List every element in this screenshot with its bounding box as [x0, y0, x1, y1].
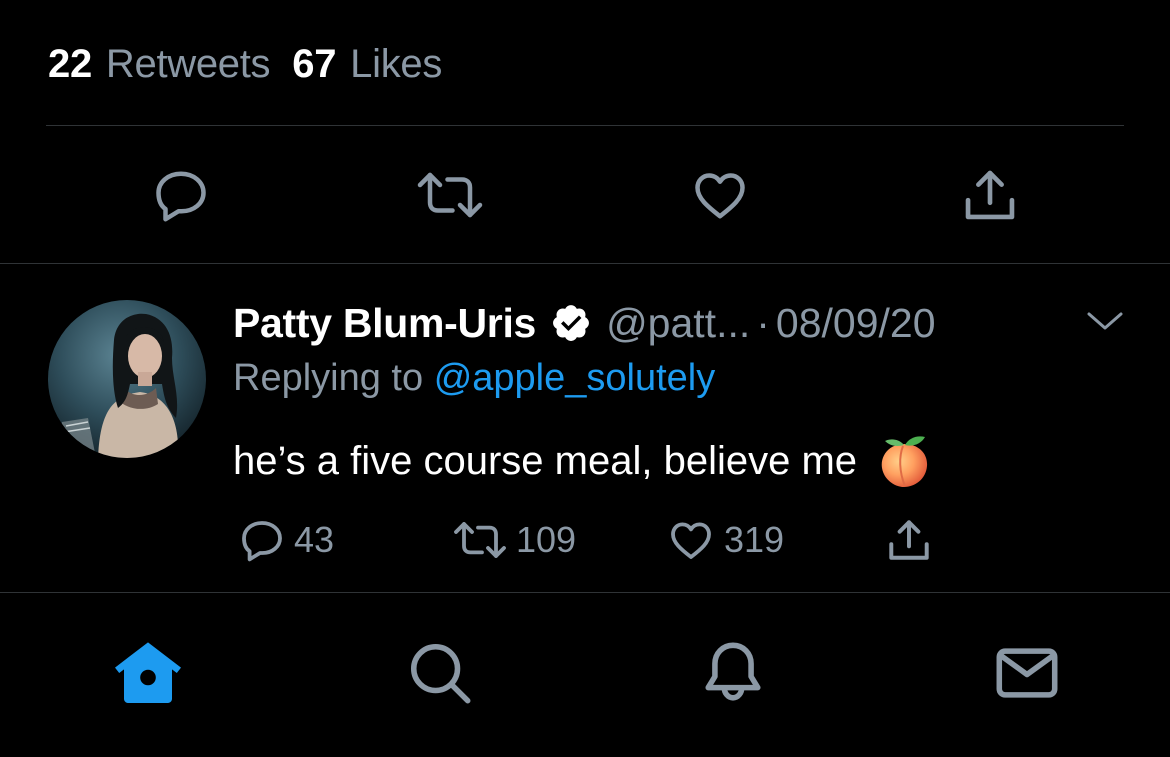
like-button[interactable]: 319 [666, 510, 784, 570]
tab-bar-divider [0, 592, 1170, 593]
chevron-down-icon [1087, 312, 1123, 330]
like-icon [671, 522, 711, 559]
reply-tweet-actions: 43 109 319 [0, 510, 1170, 570]
retweet-icon [454, 522, 506, 558]
share-icon [889, 520, 929, 560]
peach-icon [881, 436, 928, 487]
retweets-label[interactable]: Retweets [106, 42, 271, 87]
tab-messages[interactable] [982, 628, 1072, 718]
tweet-divider [0, 263, 1170, 264]
tab-home[interactable] [103, 628, 193, 718]
likes-count[interactable]: 67 [292, 42, 336, 87]
replying-to-label: Replying to [233, 357, 424, 399]
notifications-icon [705, 642, 761, 701]
tab-bar [0, 600, 1170, 750]
verified-icon [553, 305, 589, 341]
retweet-button[interactable]: 109 [452, 510, 576, 570]
tweet-header: Patty Blum-Uris @patt... · 08/09/20 [233, 296, 936, 350]
avatar[interactable] [48, 300, 206, 458]
reply-count: 43 [294, 519, 335, 560]
author-handle[interactable]: @patt... [606, 300, 750, 347]
retweets-count[interactable]: 22 [48, 42, 92, 87]
likes-label[interactable]: Likes [350, 42, 442, 87]
retweet-count: 109 [516, 519, 577, 560]
retweet-button[interactable] [415, 160, 485, 230]
author-name[interactable]: Patty Blum-Uris [233, 300, 536, 347]
replying-to-mention[interactable]: @apple_solutely [434, 357, 716, 399]
tab-notifications[interactable] [688, 628, 778, 718]
replying-to: Replying to @apple_solutely [233, 357, 715, 400]
retweet-icon [417, 172, 483, 218]
home-icon [115, 642, 181, 703]
tweet-text: he’s a five course meal, believe me [233, 438, 858, 483]
like-icon [695, 173, 745, 219]
reply-button[interactable] [146, 160, 216, 230]
reply-button[interactable]: 43 [238, 510, 334, 570]
verified-badge [550, 302, 592, 344]
tab-search[interactable] [395, 628, 485, 718]
share-icon [965, 170, 1015, 220]
stats-divider [46, 125, 1124, 126]
reply-icon [156, 171, 206, 222]
tweet-menu-button[interactable] [1083, 306, 1127, 336]
peach-emoji [875, 432, 933, 490]
like-count: 319 [724, 519, 785, 560]
header-separator: · [756, 299, 770, 346]
search-icon [410, 643, 471, 704]
reply-icon [242, 521, 282, 562]
messages-icon [996, 648, 1058, 698]
avatar-photo [48, 300, 206, 458]
share-button[interactable] [884, 510, 934, 570]
share-button[interactable] [955, 160, 1025, 230]
like-button[interactable] [685, 160, 755, 230]
main-tweet-actions [0, 160, 1170, 230]
tweet-date[interactable]: 08/09/20 [776, 300, 936, 347]
tweet-stats: 22 Retweets 67 Likes [48, 38, 442, 90]
tweet-body: he’s a five course meal, believe me [233, 432, 933, 490]
